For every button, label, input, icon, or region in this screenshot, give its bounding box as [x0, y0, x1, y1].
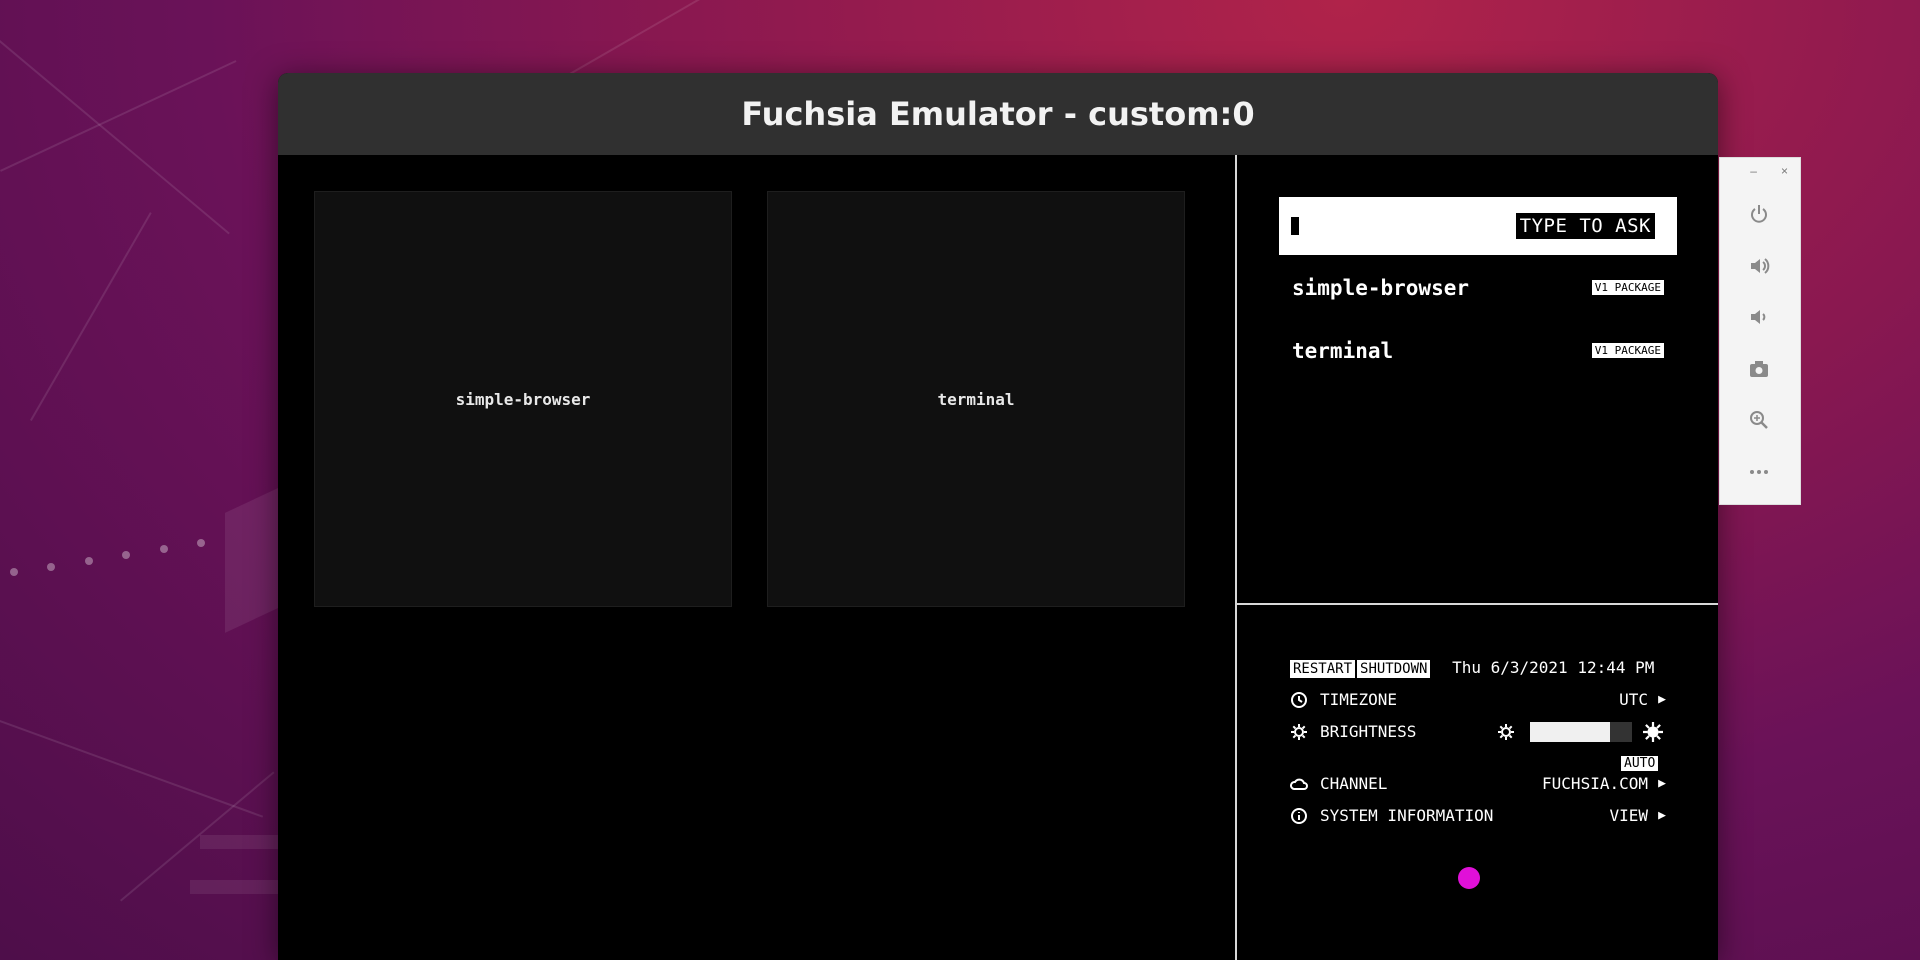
package-badge: V1 PACKAGE: [1591, 280, 1664, 295]
tile-label: simple-browser: [455, 389, 591, 409]
app-tile-terminal[interactable]: terminal: [767, 191, 1185, 607]
restart-button[interactable]: RESTART: [1290, 660, 1356, 678]
setting-timezone[interactable]: TIMEZONE UTC ▶: [1290, 690, 1670, 712]
list-item-simple-browser[interactable]: simple-browser V1 PACKAGE: [1292, 274, 1664, 304]
app-tile-simple-browser[interactable]: simple-browser: [314, 191, 732, 607]
emulator-window: Fuchsia Emulator - custom:0 simple-brows…: [278, 73, 1718, 960]
camera-icon[interactable]: [1740, 350, 1778, 388]
datetime: Thu 6/3/2021 12:44 PM: [1452, 658, 1655, 677]
package-badge: V1 PACKAGE: [1591, 343, 1664, 358]
cloud-icon: [1290, 778, 1308, 790]
setting-value: FUCHSIA.COM: [1542, 774, 1648, 793]
tile-label: terminal: [937, 389, 1015, 409]
brightness-high-icon[interactable]: [1643, 722, 1663, 742]
text-cursor: [1291, 217, 1299, 235]
brightness-slider[interactable]: [1530, 722, 1632, 742]
clock-icon: [1291, 692, 1307, 708]
setting-label: CHANNEL: [1320, 774, 1388, 793]
list-item-terminal[interactable]: terminal V1 PACKAGE: [1292, 337, 1664, 367]
package-name: terminal: [1292, 339, 1394, 363]
chevron-right-icon: ▶: [1658, 692, 1666, 707]
close-button[interactable]: ×: [1781, 164, 1788, 178]
setting-system-information[interactable]: SYSTEM INFORMATION VIEW ▶: [1290, 806, 1670, 828]
more-icon[interactable]: [1740, 453, 1778, 491]
panel-divider-vertical: [1235, 155, 1237, 960]
volume-down-icon[interactable]: [1740, 298, 1778, 336]
minimize-button[interactable]: –: [1750, 164, 1757, 178]
chevron-right-icon: ▶: [1658, 808, 1666, 823]
setting-label: SYSTEM INFORMATION: [1320, 806, 1494, 825]
brightness-low-icon[interactable]: [1497, 723, 1515, 741]
sun-icon: [1291, 724, 1307, 740]
window-titlebar[interactable]: Fuchsia Emulator - custom:0: [278, 73, 1718, 155]
brightness-slider-fill: [1530, 722, 1610, 742]
setting-label: TIMEZONE: [1320, 690, 1398, 709]
ask-placeholder: TYPE TO ASK: [1515, 213, 1655, 239]
setting-value: UTC: [1619, 690, 1648, 709]
zoom-icon[interactable]: [1740, 401, 1778, 439]
volume-up-icon[interactable]: [1740, 247, 1778, 285]
power-icon[interactable]: [1740, 195, 1778, 233]
setting-value: VIEW: [1609, 806, 1648, 825]
ask-input[interactable]: TYPE TO ASK: [1279, 197, 1677, 255]
emulator-control-panel: – ×: [1719, 157, 1801, 505]
setting-channel[interactable]: CHANNEL FUCHSIA.COM ▶: [1290, 774, 1670, 796]
touch-indicator: [1458, 867, 1480, 889]
panel-divider-horizontal: [1237, 603, 1718, 605]
shutdown-button[interactable]: SHUTDOWN: [1357, 660, 1431, 678]
info-icon: [1291, 808, 1307, 824]
auto-brightness-toggle[interactable]: AUTO: [1621, 756, 1659, 771]
system-actions-row: RESTART SHUTDOWN Thu 6/3/2021 12:44 PM: [1290, 658, 1670, 678]
window-title: Fuchsia Emulator - custom:0: [741, 95, 1255, 133]
setting-label: BRIGHTNESS: [1320, 722, 1417, 741]
chevron-right-icon: ▶: [1658, 776, 1666, 791]
package-name: simple-browser: [1292, 276, 1470, 300]
panel-window-controls: – ×: [1726, 164, 1788, 178]
